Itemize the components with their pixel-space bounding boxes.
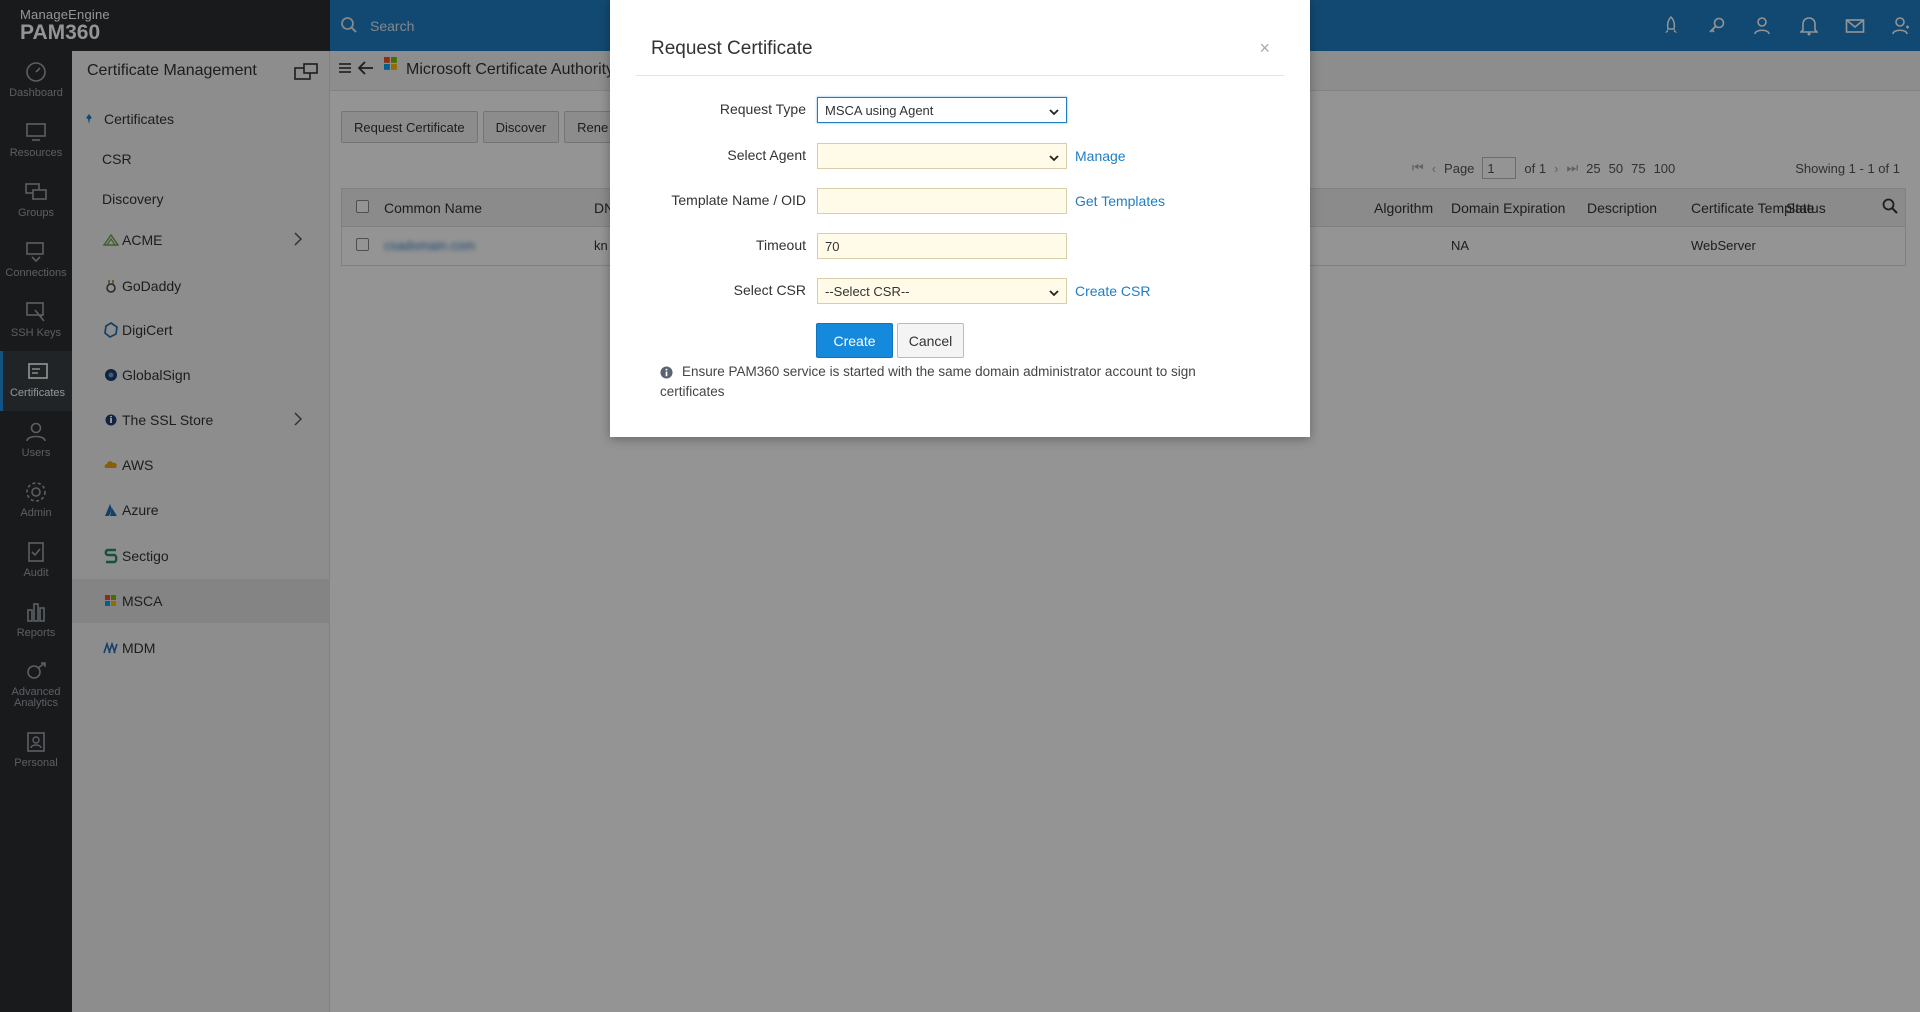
request-type-row: Request Type MSCA using Agent xyxy=(610,97,1310,123)
select-csr-label: Select CSR xyxy=(733,282,806,298)
manage-agents-link[interactable]: Manage xyxy=(1075,148,1126,164)
request-type-select[interactable]: MSCA using Agent xyxy=(817,97,1067,123)
template-label: Template Name / OID xyxy=(671,192,806,208)
info-note: Ensure PAM360 service is started with th… xyxy=(660,364,1196,399)
create-button[interactable]: Create xyxy=(816,323,893,358)
select-agent-row: Select Agent Manage xyxy=(610,143,1310,169)
select-csr-select[interactable]: --Select CSR-- xyxy=(817,278,1067,304)
chevron-down-icon xyxy=(1049,150,1059,165)
select-csr-value: --Select CSR-- xyxy=(825,283,910,299)
request-type-label: Request Type xyxy=(719,101,806,117)
chevron-down-icon xyxy=(1049,104,1059,119)
select-agent-label: Select Agent xyxy=(727,147,806,163)
timeout-label: Timeout xyxy=(755,237,806,253)
cancel-button[interactable]: Cancel xyxy=(897,323,964,358)
create-csr-link[interactable]: Create CSR xyxy=(1075,283,1150,299)
select-agent-select[interactable] xyxy=(817,143,1067,169)
template-row: Template Name / OID Get Templates xyxy=(610,188,1310,214)
dialog-divider xyxy=(636,75,1284,76)
timeout-input[interactable]: 70 xyxy=(817,233,1067,259)
timeout-row: Timeout 70 xyxy=(610,233,1310,259)
get-templates-link[interactable]: Get Templates xyxy=(1075,193,1165,209)
timeout-value: 70 xyxy=(825,238,840,254)
template-input[interactable] xyxy=(817,188,1067,214)
select-csr-row: Select CSR --Select CSR-- Create CSR xyxy=(610,278,1310,304)
close-icon[interactable]: × xyxy=(1259,38,1270,59)
request-type-value: MSCA using Agent xyxy=(825,102,934,118)
chevron-down-icon xyxy=(1049,285,1059,300)
request-certificate-dialog: Request Certificate × Request Type MSCA … xyxy=(610,0,1310,437)
dialog-title: Request Certificate xyxy=(651,38,813,59)
